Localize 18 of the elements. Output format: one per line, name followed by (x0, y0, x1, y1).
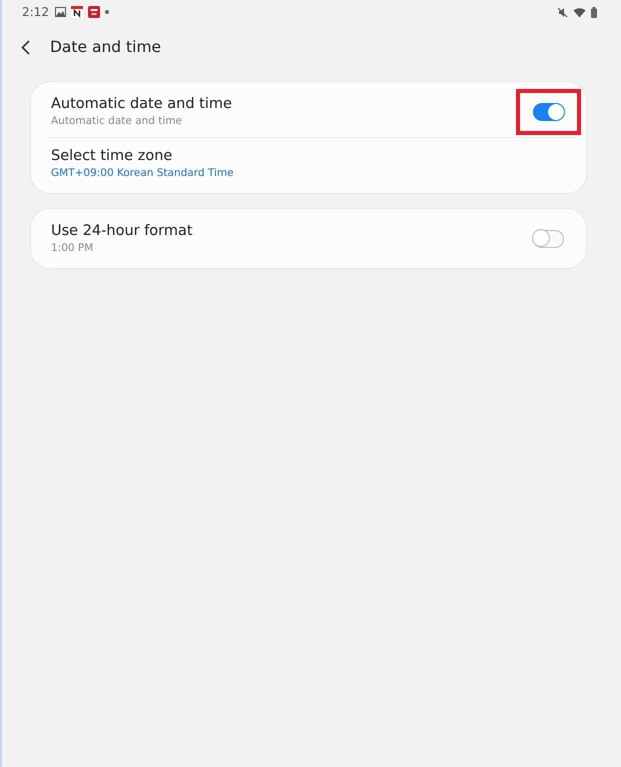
setting-summary: GMT+09:00 Korean Standard Time (51, 167, 235, 179)
setting-summary: 1:00 PM (51, 242, 94, 254)
toggle-switch[interactable] (533, 102, 564, 120)
setting-title[interactable]: Use 24-hour format (51, 223, 533, 239)
page-title: Date and time (50, 38, 162, 56)
setting-title[interactable]: Automatic date and time (51, 96, 533, 112)
back-icon[interactable] (21, 40, 30, 54)
app-icon (70, 6, 83, 18)
mute-icon (557, 6, 568, 18)
setting-summary: Automatic date and time (51, 115, 184, 127)
image-icon (54, 7, 66, 17)
toggle-switch[interactable] (533, 230, 564, 248)
status-time: 2:12 (22, 5, 49, 19)
app-icon (88, 6, 100, 18)
battery-icon (591, 6, 597, 18)
setting-title[interactable]: Select time zone (51, 148, 564, 164)
wifi-icon (573, 6, 586, 18)
dot-icon (104, 10, 109, 14)
